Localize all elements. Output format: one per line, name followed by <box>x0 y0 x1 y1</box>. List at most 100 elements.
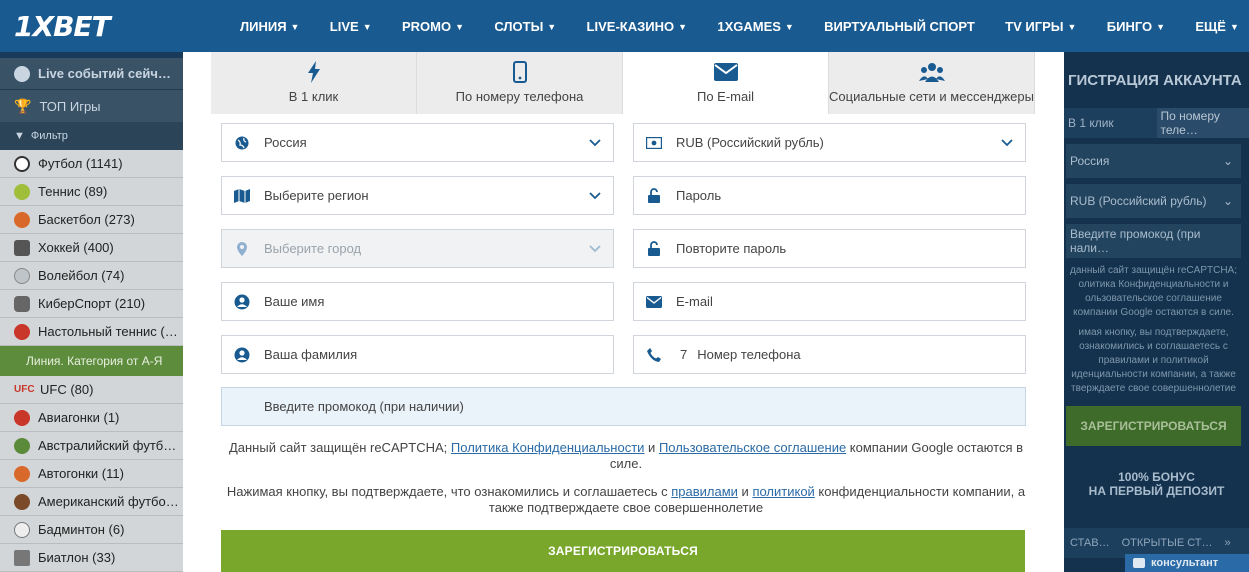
terms-link[interactable]: Пользовательское соглашение <box>659 440 846 455</box>
chevron-down-icon: ⌄ <box>1222 154 1233 168</box>
currency-select[interactable]: RUB (Российский рубль) <box>633 123 1026 162</box>
nav-item-more[interactable]: ЕЩЁ ▼ <box>1195 19 1239 34</box>
betslip-footer: СТАВ… ОТКРЫТЫЕ СТ… » консультант <box>1064 528 1249 572</box>
side-promo-input[interactable]: Введите промокод (при нали… <box>1066 224 1241 258</box>
betslip-tab[interactable]: СТАВ… <box>1064 537 1116 549</box>
sport-item[interactable]: UFC UFC (80) <box>0 376 200 404</box>
volleyball-icon <box>14 267 30 284</box>
consent-notice: Нажимая кнопку, вы подтверждаете, что оз… <box>226 484 1026 515</box>
sport-item[interactable]: Футбол (1141) <box>0 150 200 178</box>
chevron-right-icon[interactable]: » <box>1219 537 1237 549</box>
email-input[interactable]: E-mail <box>633 282 1026 321</box>
sport-item[interactable]: Авиагонки (1) <box>0 404 200 432</box>
nav-item-promo[interactable]: PROMO ▼ <box>402 19 464 34</box>
logo[interactable]: 1XBET <box>0 0 200 52</box>
city-select[interactable]: Выберите город <box>221 229 614 268</box>
nav-item-1xgames[interactable]: 1XGAMES ▼ <box>717 19 794 34</box>
sport-item[interactable]: Австралийский футб… <box>0 432 200 460</box>
lock-icon <box>646 241 662 257</box>
badminton-icon <box>14 521 30 538</box>
side-tab-phone[interactable]: По номеру теле… <box>1156 108 1249 138</box>
policy-link[interactable]: политикой <box>752 484 814 499</box>
map-icon <box>234 188 250 204</box>
side-currency-select[interactable]: RUB (Российский рубль) ⌄ <box>1066 184 1241 218</box>
nav-item-liniya[interactable]: ЛИНИЯ ▼ <box>240 19 299 34</box>
chevron-down-icon: ⌄ <box>1222 194 1233 208</box>
bonus-banner[interactable]: 100% БОНУС НА ПЕРВЫЙ ДЕПОЗИТ <box>1064 446 1249 498</box>
main-menu: ЛИНИЯ ▼ LIVE ▼ PROMO ▼ СЛОТЫ ▼ LIVE-КАЗИНО ▼ … <box>200 0 1249 52</box>
sport-item[interactable]: КиберСпорт (210) <box>0 290 200 318</box>
category-header[interactable]: Линия. Категория от А-Я <box>0 346 200 376</box>
sport-item[interactable]: Баскетбол (273) <box>0 206 200 234</box>
region-select[interactable]: Выберите регион <box>221 176 614 215</box>
hockey-icon <box>14 239 30 256</box>
side-tab-one-click[interactable]: В 1 клик <box>1064 108 1157 138</box>
phone-input[interactable]: 7 Номер телефона <box>633 335 1026 374</box>
chevron-down-icon <box>1001 136 1013 150</box>
lock-icon <box>646 188 662 204</box>
sport-item[interactable]: Автогонки (11) <box>0 460 200 488</box>
sport-item[interactable]: Американский футбо… <box>0 488 200 516</box>
phone-handset-icon <box>646 347 662 363</box>
promo-code-input[interactable]: Введите промокод (при наличии) <box>221 387 1026 426</box>
envelope-icon <box>646 294 662 310</box>
side-panel-title: ГИСТРАЦИЯ АККАУНТА <box>1068 71 1242 89</box>
register-button[interactable]: ЗАРЕГИСТРИРОВАТЬСЯ <box>221 530 1025 572</box>
country-select[interactable]: Россия <box>221 123 614 162</box>
side-consent-note: имая кнопку, вы подтверждаете, ознакомил… <box>1071 327 1236 394</box>
user-icon <box>234 347 250 363</box>
password-repeat-input[interactable]: Повторите пароль <box>633 229 1026 268</box>
side-panel-tabs: В 1 клик По номеру теле… <box>1064 108 1249 138</box>
lightning-icon <box>307 61 321 83</box>
sport-item[interactable]: Хоккей (400) <box>0 234 200 262</box>
sports-sidebar: Live событий сейч… 🏆 ТОП Игры ▼ Фильтр Фут… <box>0 58 200 572</box>
tab-social[interactable]: Социальные сети и мессенджеры <box>829 52 1035 114</box>
sidebar-live[interactable]: Live событий сейч… <box>0 58 200 90</box>
last-name-input[interactable]: Ваша фамилия <box>221 335 614 374</box>
registration-side-panel: ГИСТРАЦИЯ АККАУНТА В 1 клик По номеру те… <box>1064 52 1249 572</box>
sport-item[interactable]: Бадминтон (6) <box>0 516 200 544</box>
chevron-down-icon: ▼ <box>1156 22 1166 32</box>
password-input[interactable]: Пароль <box>633 176 1026 215</box>
user-icon <box>234 294 250 310</box>
tab-email[interactable]: По E-mail <box>623 52 829 114</box>
sport-item[interactable]: Волейбол (74) <box>0 262 200 290</box>
ufc-icon: UFC <box>14 384 35 395</box>
chevron-down-icon: ▼ <box>1067 22 1077 32</box>
side-recaptcha-note: данный сайт защищён reCAPTCHA; олитика К… <box>1069 265 1237 318</box>
sport-item[interactable]: Биатлон (33) <box>0 544 200 572</box>
nav-item-bingo[interactable]: БИНГО ▼ <box>1107 19 1165 34</box>
nav-item-live[interactable]: LIVE ▼ <box>330 19 372 34</box>
chevron-down-icon: ▼ <box>547 22 557 32</box>
sport-item[interactable]: Теннис (89) <box>0 178 200 206</box>
motorsport-icon <box>14 465 30 482</box>
consultant-button[interactable]: консультант <box>1125 554 1249 572</box>
banknote-icon <box>646 135 662 151</box>
chevron-down-icon <box>589 242 601 256</box>
people-icon <box>918 61 945 83</box>
privacy-policy-link[interactable]: Политика Конфиденциальности <box>451 440 645 455</box>
open-bets-tab[interactable]: ОТКРЫТЫЕ СТ… <box>1116 537 1219 549</box>
tab-one-click[interactable]: В 1 клик <box>211 52 417 114</box>
sidebar-filter[interactable]: ▼ Фильтр <box>0 122 200 150</box>
sidebar-top-games[interactable]: 🏆 ТОП Игры <box>0 90 200 122</box>
nav-item-virtual-sport[interactable]: ВИРТУАЛЬНЫЙ СПОРТ <box>824 19 975 34</box>
first-name-input[interactable]: Ваше имя <box>221 282 614 321</box>
tab-phone[interactable]: По номеру телефона <box>417 52 623 114</box>
rules-link[interactable]: правилами <box>671 484 738 499</box>
chevron-down-icon <box>589 189 601 203</box>
side-country-select[interactable]: Россия ⌄ <box>1066 144 1241 178</box>
nav-item-slots[interactable]: СЛОТЫ ▼ <box>494 19 556 34</box>
air-race-icon <box>14 409 30 426</box>
chevron-down-icon: ▼ <box>455 22 464 32</box>
gamepad-icon <box>14 295 30 312</box>
sport-item[interactable]: Настольный теннис (… <box>0 318 200 346</box>
nav-item-tv-games[interactable]: TV ИГРЫ ▼ <box>1005 19 1076 34</box>
nav-item-live-casino[interactable]: LIVE-КАЗИНО ▼ <box>587 19 687 34</box>
chat-icon <box>1133 558 1145 568</box>
side-register-button[interactable]: ЗАРЕГИСТРИРОВАТЬСЯ <box>1066 406 1241 446</box>
football-icon <box>14 155 30 172</box>
phone-icon <box>512 61 527 83</box>
chevron-down-icon: ▼ <box>290 22 300 32</box>
map-pin-icon <box>234 241 250 257</box>
